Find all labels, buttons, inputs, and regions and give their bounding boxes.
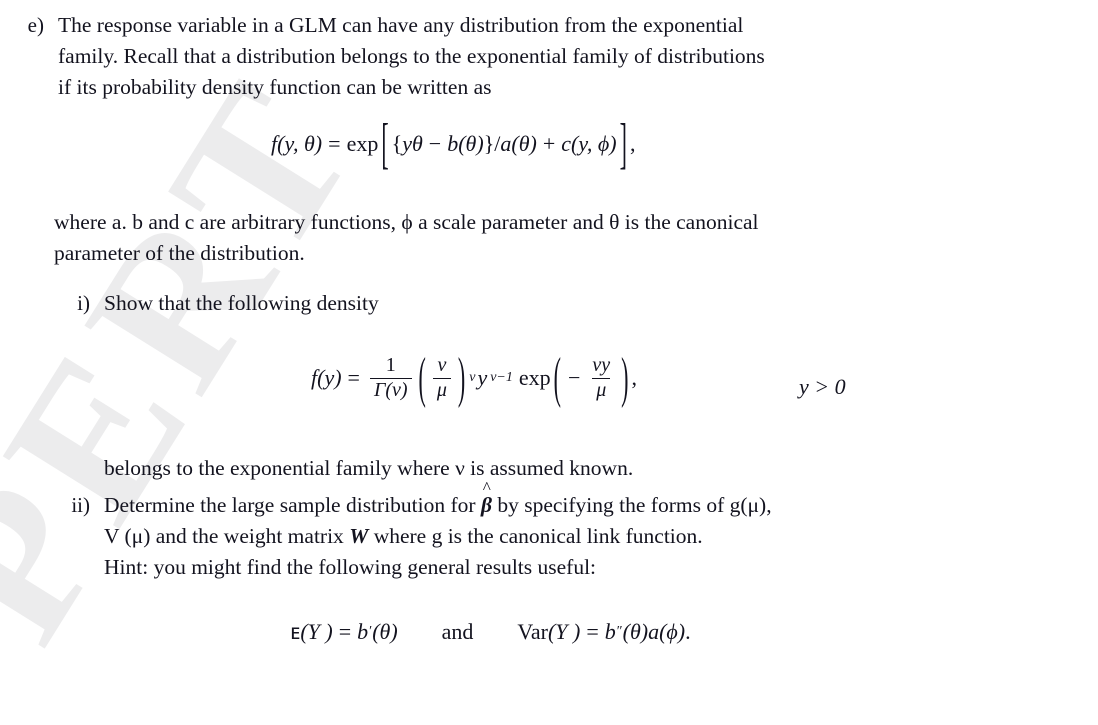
belongs-line-1: belongs to the exponential family where … — [104, 456, 634, 480]
eq1-a-theta: a(θ) — [500, 131, 537, 156]
eq3-equals-2: = — [586, 619, 599, 644]
item-ii-line2-pre: V (μ) and the weight matrix — [104, 524, 350, 548]
eq1-exp: exp — [346, 131, 379, 156]
eq3-conjunction: and — [441, 619, 474, 644]
eq2-fraction-nu-y-over-mu: νy μ — [588, 354, 614, 402]
eq2-condition: y > 0 — [799, 374, 846, 399]
item-e-line-1: The response variable in a GLM can have … — [58, 13, 744, 37]
eq2-equals: = — [347, 365, 360, 391]
eq3-period: . — [685, 619, 691, 644]
eq3-var-label: Var — [517, 619, 548, 644]
hat-accent-icon: ^ — [482, 478, 491, 498]
where-line-2: parameter of the distribution. — [54, 241, 305, 265]
eq3-theta-2: (θ) — [622, 619, 649, 644]
item-ii-line-1: Determine the large sample distribution … — [104, 479, 1096, 521]
eq2-exp-paren-close: ) — [621, 344, 629, 409]
item-e-text: The response variable in a GLM can have … — [58, 10, 1094, 103]
eq1-brace-close: } — [483, 131, 495, 156]
eq1-y-theta: yθ — [402, 131, 423, 156]
belongs-paragraph: belongs to the exponential family where … — [104, 453, 1094, 484]
list-marker-i: i) — [77, 291, 90, 315]
item-ii-line-2: V (μ) and the weight matrix W where g is… — [104, 521, 1096, 552]
item-ii-line1-pre: Determine the large sample distribution … — [104, 493, 481, 517]
list-item-i: i) Show that the following density — [56, 288, 1096, 319]
item-e-line-3: if its probability density function can … — [58, 75, 492, 99]
eq2-fraction-nu-over-mu: ν μ — [432, 354, 451, 402]
list-marker-e: e) — [27, 13, 44, 37]
beta-hat-symbol: ^ β — [481, 479, 492, 521]
item-e-line-2: family. Recall that a distribution belon… — [58, 44, 765, 68]
eq2-paren-open: ( — [418, 344, 426, 409]
eq1-c-y-phi: c(y, ϕ) — [561, 131, 617, 156]
eq2-inner-denominator: μ — [432, 377, 451, 402]
eq1-bracket-open: [ — [381, 110, 389, 175]
item-ii-line1-post: by specifying the forms of g(μ), — [491, 493, 772, 517]
where-paragraph: where a. b and c are arbitrary functions… — [54, 207, 1094, 269]
equation-mean-variance-results: ᴇ (Y ) = b ′ (θ) and Var (Y ) = b ″ (θ) a(ϕ). — [290, 619, 691, 645]
eq3-expectation-arg: (Y ) — [300, 619, 333, 644]
eq2-paren-close: ) — [457, 344, 466, 409]
eq2-exp-paren-open: ( — [553, 344, 561, 409]
eq2-y-exponent: ν−1 — [490, 370, 513, 386]
eq1-b-theta: b(θ) — [447, 131, 484, 156]
belongs-paragraph-text: belongs to the exponential family where … — [104, 453, 1094, 484]
document-page: e) The response variable in a GLM can ha… — [0, 0, 1098, 725]
equation-gamma-density: f(y) = 1 Γ(ν) ( ν μ ) ν y ν−1 exp ( − νy μ… — [311, 345, 638, 409]
item-ii-line-3: Hint: you might find the following gener… — [104, 555, 597, 579]
eq2-comma: , — [631, 365, 638, 391]
eq2-frac-denominator: Γ(ν) — [369, 377, 412, 402]
eq1-brace-open: { — [391, 131, 403, 156]
eq2-inner-numerator: ν — [437, 354, 447, 376]
eq3-theta-1: (θ) — [372, 619, 398, 644]
eq2-frac-numerator: 1 — [385, 354, 396, 376]
item-ii-line2-post: where g is the canonical link function. — [368, 524, 703, 548]
eq2-negative-sign: − — [567, 365, 581, 391]
eq2-exp: exp — [518, 365, 551, 391]
equation-gamma-condition: y > 0 — [799, 374, 846, 400]
eq3-expectation-symbol: ᴇ — [290, 620, 301, 644]
item-i-text: Show that the following density — [104, 288, 1096, 319]
list-marker-ii: ii) — [71, 493, 90, 517]
eq1-minus: − — [428, 131, 442, 156]
eq3-equals-1: = — [338, 619, 352, 644]
eq1-equals: = — [328, 131, 341, 156]
where-paragraph-text: where a. b and c are arbitrary functions… — [54, 207, 1094, 269]
eq2-exp-denominator: μ — [592, 377, 611, 402]
where-line-1: where a. b and c are arbitrary functions… — [54, 210, 759, 234]
eq3-a-phi: a(ϕ) — [648, 619, 686, 644]
list-item-ii: ii) Determine the large sample distribut… — [50, 479, 1096, 583]
matrix-w-symbol: W — [349, 524, 369, 548]
eq3-var-arg: (Y ) — [547, 619, 581, 644]
equation-exponential-family: f (y, θ) = exp [ {yθ − b(θ)} / a(θ) + c(y, … — [271, 111, 636, 175]
list-item-e: e) The response variable in a GLM can ha… — [4, 10, 1094, 103]
eq1-plus: + — [542, 131, 556, 156]
eq3-b-double: b — [604, 619, 616, 644]
eq1-bracket-close: ] — [619, 110, 627, 175]
item-ii-text: Determine the large sample distribution … — [104, 479, 1096, 583]
eq2-paren-exponent: ν — [469, 370, 476, 386]
eq1-args: (y, θ) — [277, 131, 323, 156]
eq2-exp-numerator: νy — [592, 354, 611, 376]
eq2-lhs: f(y) — [311, 365, 342, 391]
eq2-y-base: y — [477, 365, 488, 391]
item-i-line-1: Show that the following density — [104, 291, 379, 315]
eq1-comma: , — [629, 131, 636, 156]
eq3-b-prime: b — [357, 619, 369, 644]
eq2-fraction-one-over-gamma: 1 Γ(ν) — [369, 354, 412, 402]
